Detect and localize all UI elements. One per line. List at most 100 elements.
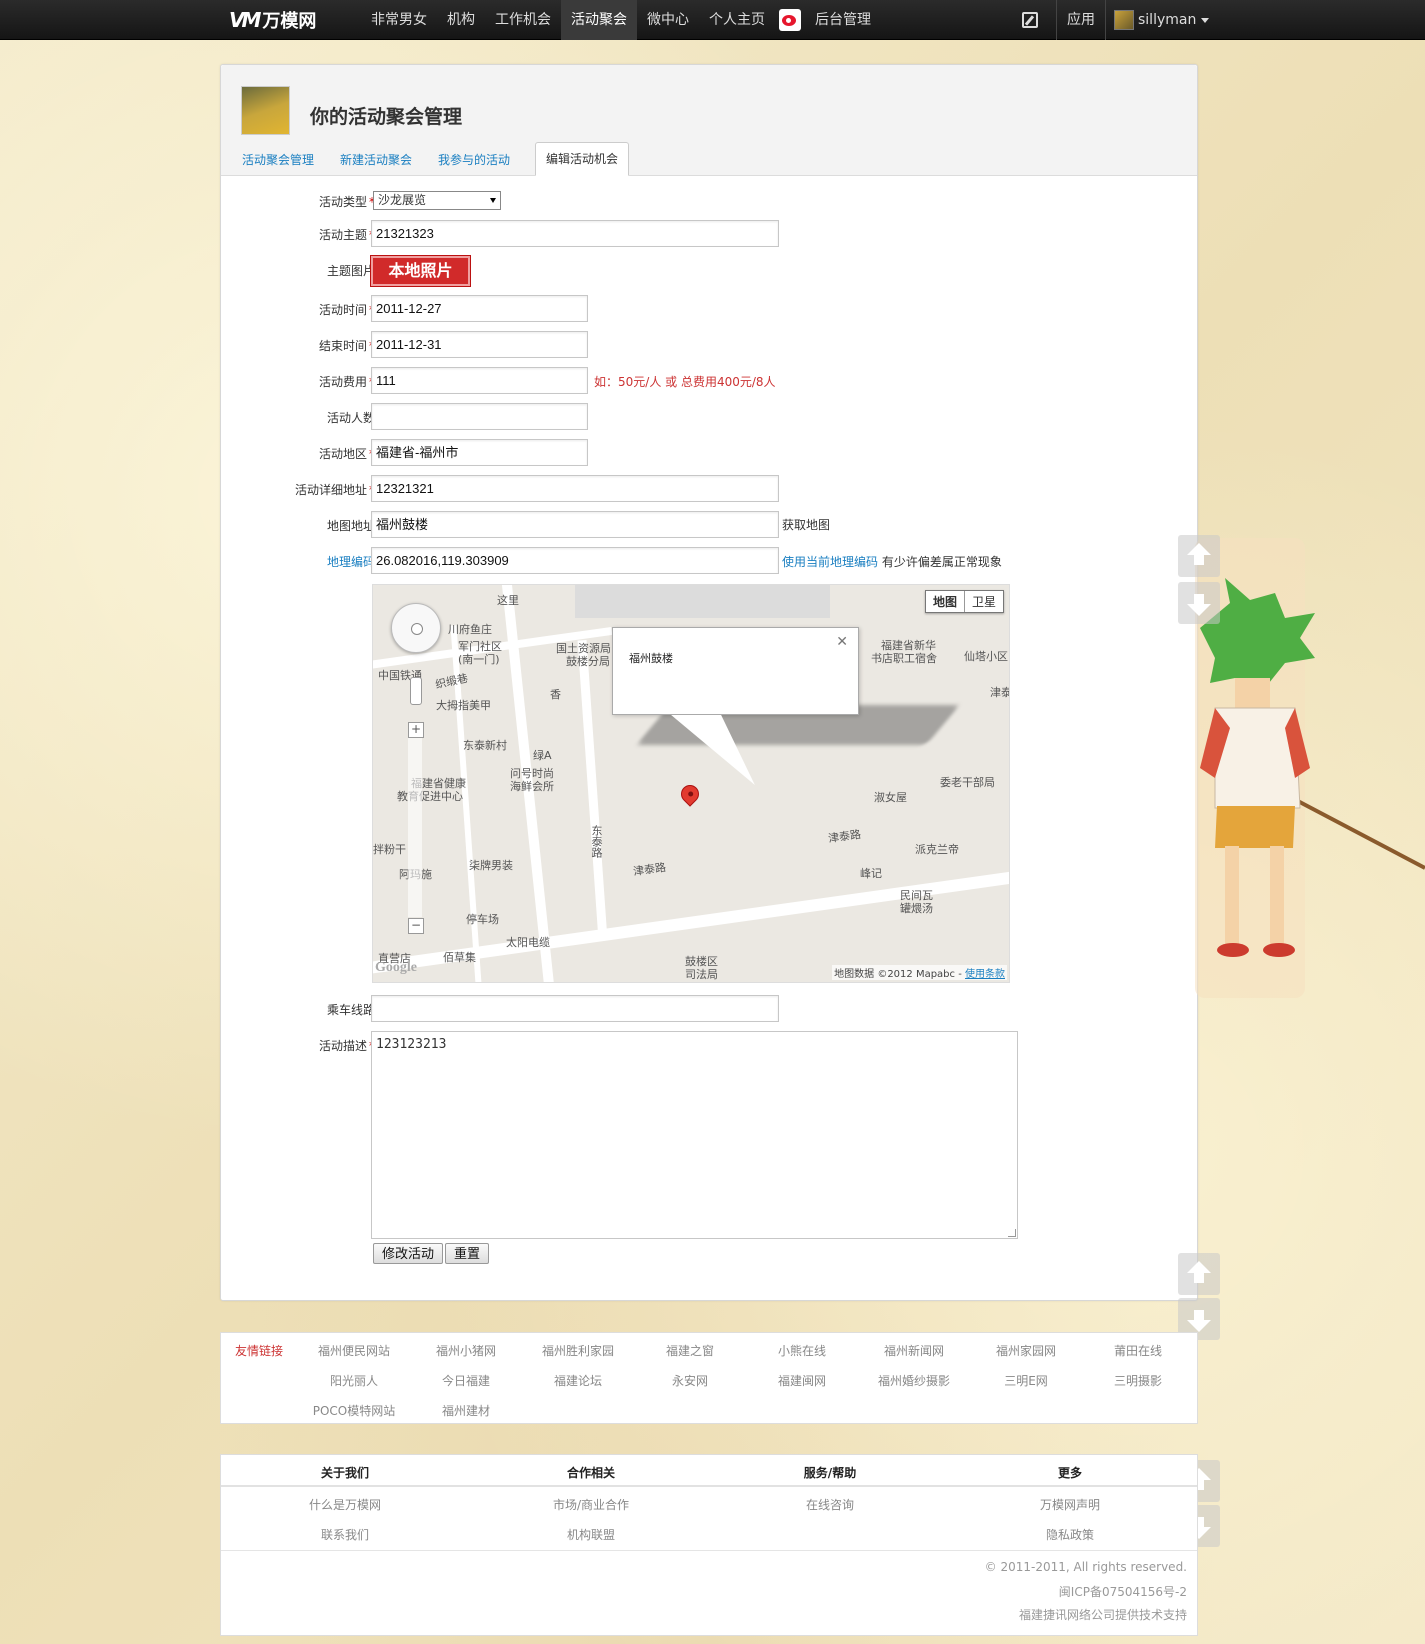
friend-links-panel: 友情链接 福州便民网站 福州小猪网 福州胜利家园 福建之窗 小熊在线 福州新闻网… [220, 1332, 1198, 1424]
map-label: 停车场 [466, 913, 499, 926]
map-label: 教育促进中心 [397, 790, 463, 803]
end-date-input[interactable]: 2011-12-31 [371, 331, 588, 358]
footer-link[interactable]: 联系我们 [321, 1526, 369, 1543]
geocode-actions: 使用当前地理编码 有少许偏差属正常现象 [782, 553, 1002, 570]
main-nav: 非常男女 机构 工作机会 活动聚会 微中心 个人主页 后台管理 [361, 0, 881, 40]
fee-input[interactable]: 111 [371, 367, 588, 394]
footer-link[interactable]: 市场/商业合作 [553, 1496, 629, 1513]
map-attribution: 地图数据 ©2012 Mapabc - 使用条款 [832, 965, 1007, 980]
nav-item-micro-center[interactable]: 微中心 [637, 0, 699, 40]
map-view[interactable]: 这里 川府鱼庄 军门社区 (南一门) 国土资源局 鼓楼分局 福建省新华 书店职工… [372, 584, 1010, 983]
copyright-text: © 2011-2011, All rights reserved. [984, 1560, 1187, 1574]
friend-link[interactable]: 福建论坛 [554, 1372, 602, 1389]
street-view-pegman-icon[interactable] [410, 677, 422, 705]
dropdown-arrow-icon [490, 198, 496, 203]
map-zoom-out-icon[interactable]: − [408, 918, 424, 934]
map-marker-icon[interactable] [677, 781, 703, 807]
nav-item-agencies[interactable]: 机构 [437, 0, 485, 40]
map-pan-control[interactable] [391, 603, 441, 653]
region-input[interactable]: 福建省-福州市 [371, 439, 588, 466]
friend-link[interactable]: 三明摄影 [1114, 1372, 1162, 1389]
friend-link[interactable]: 福州新闻网 [884, 1342, 944, 1359]
friend-link[interactable]: 今日福建 [442, 1372, 490, 1389]
friend-link[interactable]: 福州婚纱摄影 [878, 1372, 950, 1389]
edit-icon[interactable] [1022, 12, 1038, 28]
close-icon[interactable]: ✕ [836, 634, 848, 650]
friend-link[interactable]: 福建之窗 [666, 1342, 714, 1359]
type-select[interactable]: 沙龙展览 [373, 191, 501, 210]
friend-link[interactable]: 莆田在线 [1114, 1342, 1162, 1359]
map-label: 香 [550, 688, 561, 701]
weibo-icon[interactable] [779, 9, 801, 31]
nav-item-events[interactable]: 活动聚会 [561, 0, 637, 40]
mascot-illustration [1195, 538, 1425, 998]
tab-edit-event[interactable]: 编辑活动机会 [535, 142, 630, 176]
tab-new-event[interactable]: 新建活动聚会 [333, 151, 419, 176]
friend-link[interactable]: 福州胜利家园 [542, 1342, 614, 1359]
site-logo[interactable]: VM 万模网 [229, 8, 316, 32]
upload-photo-button[interactable]: 本地照片 [370, 255, 471, 287]
people-input[interactable] [371, 403, 588, 430]
friend-link[interactable]: 小熊在线 [778, 1342, 826, 1359]
friend-link[interactable]: 福州小猪网 [436, 1342, 496, 1359]
weibo-link[interactable] [775, 0, 805, 40]
resize-grip-icon[interactable] [1008, 1229, 1016, 1237]
map-label: 川府鱼庄 [448, 623, 492, 636]
footer-link[interactable]: 机构联盟 [567, 1526, 615, 1543]
footer-link[interactable]: 万模网声明 [1040, 1496, 1100, 1513]
friend-link[interactable]: 三明E网 [1004, 1372, 1048, 1389]
use-geocode-link[interactable]: 使用当前地理编码 [782, 555, 878, 569]
route-input[interactable] [371, 995, 779, 1022]
tab-my-events[interactable]: 我参与的活动 [431, 151, 517, 176]
map-label: 仙塔小区 [964, 650, 1008, 663]
geocode-label[interactable]: 地理编码 [327, 553, 375, 570]
friend-link[interactable]: 福建闽网 [778, 1372, 826, 1389]
reset-button[interactable]: 重置 [445, 1243, 490, 1264]
friend-link[interactable]: POCO模特网站 [313, 1402, 396, 1419]
nav-item-couples[interactable]: 非常男女 [361, 0, 437, 40]
map-label: 东泰新村 [463, 739, 507, 752]
nav-item-homepage[interactable]: 个人主页 [699, 0, 775, 40]
attribution-text: 地图数据 ©2012 Mapabc - [834, 969, 962, 980]
map-label: (南一门) [458, 653, 500, 666]
map-type-map-button[interactable]: 地图 [926, 591, 965, 612]
map-zoom-in-icon[interactable]: + [408, 722, 424, 738]
footer-link[interactable]: 在线咨询 [806, 1496, 854, 1513]
route-label: 乘车线路 [326, 1003, 375, 1017]
friend-link[interactable]: 福州便民网站 [318, 1342, 390, 1359]
footer-link[interactable]: 什么是万模网 [309, 1496, 381, 1513]
apps-link[interactable]: 应用 [1056, 0, 1106, 40]
map-type-satellite-button[interactable]: 卫星 [965, 591, 1003, 612]
scroll-down-icon[interactable] [1178, 582, 1220, 624]
user-menu[interactable]: sillyman [1106, 10, 1210, 30]
map-label: 织缎巷 [434, 671, 470, 692]
friend-link[interactable]: 福州建材 [442, 1402, 490, 1419]
tab-event-manage[interactable]: 活动聚会管理 [235, 151, 321, 176]
address-input[interactable]: 12321321 [371, 475, 779, 502]
map-zoom-slider[interactable] [408, 725, 422, 917]
friend-link[interactable]: 阳光丽人 [330, 1372, 378, 1389]
user-menu-area: 应用 sillyman [1022, 0, 1210, 40]
map-label: 峰记 [860, 867, 882, 880]
scroll-up-icon[interactable] [1178, 535, 1220, 577]
map-label: 书店职工宿舍 [871, 652, 937, 665]
nav-item-admin[interactable]: 后台管理 [805, 0, 881, 40]
submit-edit-button[interactable]: 修改活动 [373, 1243, 444, 1264]
region-label: 活动地区* [318, 447, 375, 461]
geocode-input[interactable]: 26.082016,119.303909 [371, 547, 779, 574]
description-textarea[interactable]: 123123213 [371, 1031, 1018, 1239]
map-address-input[interactable]: 福州鼓楼 [371, 511, 779, 538]
profile-avatar [241, 86, 290, 135]
map-label: 罐煨汤 [900, 902, 933, 915]
map-terms-link[interactable]: 使用条款 [965, 969, 1005, 980]
subject-input[interactable]: 21321323 [371, 220, 779, 247]
friend-link[interactable]: 福州家园网 [996, 1342, 1056, 1359]
friend-link[interactable]: 永安网 [672, 1372, 708, 1389]
scroll-up-icon[interactable] [1178, 1253, 1220, 1295]
start-date-input[interactable]: 2011-12-27 [371, 295, 588, 322]
nav-item-jobs[interactable]: 工作机会 [485, 0, 561, 40]
get-map-link[interactable]: 获取地图 [782, 516, 830, 533]
map-label: 派克兰帝 [915, 843, 959, 856]
map-label: 柒牌男装 [469, 859, 513, 872]
footer-link[interactable]: 隐私政策 [1046, 1526, 1094, 1543]
